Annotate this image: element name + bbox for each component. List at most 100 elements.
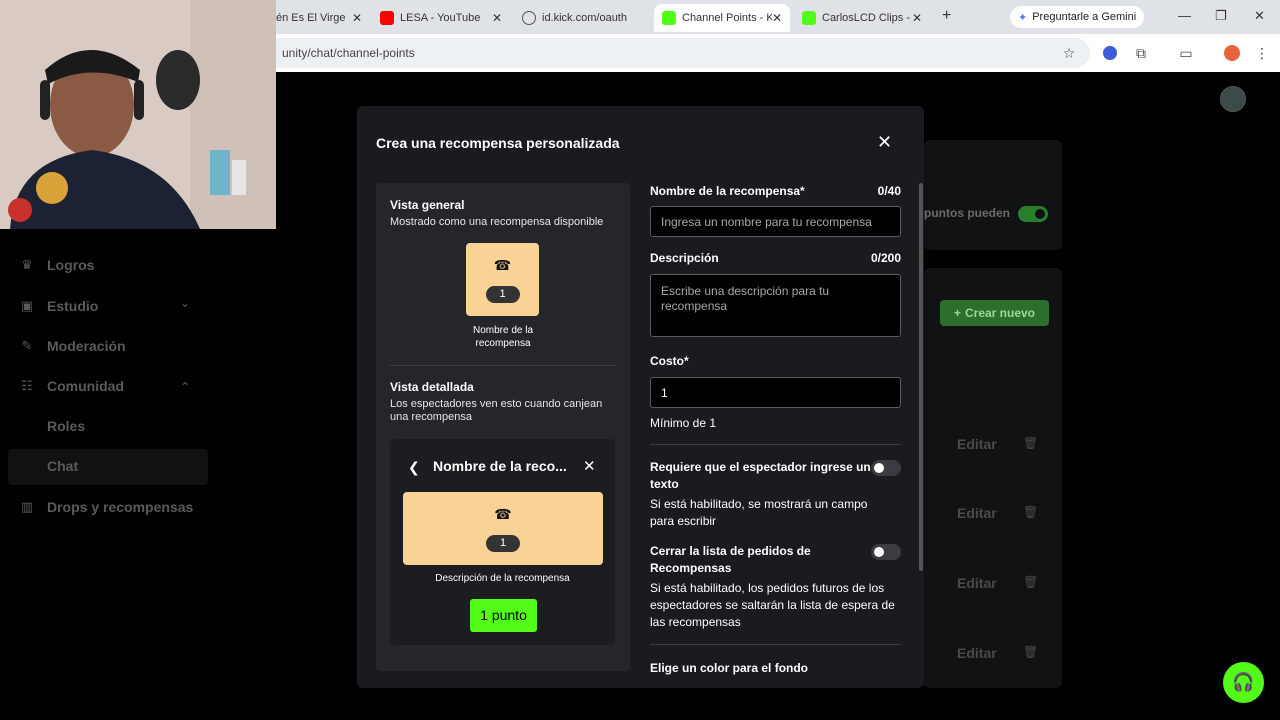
browser-tab-active[interactable]: Channel Points - K ✕ [654,4,790,32]
background-color-label: Elige un color para el fondo [650,661,809,675]
browser-tab[interactable]: CarlosLCD Clips - ✕ [794,4,930,32]
close-queue-toggle[interactable] [871,544,901,560]
menu-icon[interactable]: ⋮ [1253,44,1271,62]
redeem-button: 1 punto [470,599,537,632]
chevron-left-icon: ❮ [408,459,420,475]
modal-title: Crea una recompensa personalizada [376,135,620,151]
close-tab-icon[interactable]: ✕ [352,11,362,25]
overview-heading: Vista general [390,198,465,212]
close-icon: ✕ [583,458,596,475]
modal-scrollbar[interactable] [919,183,923,571]
browser-tab[interactable]: id.kick.com/oauth [514,4,650,32]
globe-icon [522,11,536,25]
new-tab-button[interactable]: + [942,7,951,25]
close-queue-desc: Si está habilitado, los pedidos futuros … [650,581,895,629]
user-avatar[interactable] [1220,86,1246,112]
cost-pill: 1 [485,286,520,303]
kick-icon [802,11,816,25]
require-text-desc: Si está habilitado, se mostrará un campo… [650,497,868,528]
reward-name-input[interactable] [650,206,901,237]
minimize-icon[interactable]: — [1178,8,1191,23]
sidebar-item-drops[interactable]: ▥ Drops y recompensas [20,499,193,515]
extensions-icon[interactable]: ⧉ [1132,44,1150,62]
create-reward-modal: Crea una recompensa personalizada ✕ Vist… [357,106,924,688]
sparkle-icon: ✦ [1018,11,1028,24]
cost-minimum: Mínimo de 1 [650,416,717,430]
browser-tab[interactable]: LESA - YouTube ✕ [372,4,510,32]
divider [650,644,901,645]
sidebar-item-estudio[interactable]: ▣ Estudio [20,298,99,314]
trash-icon[interactable]: 🗑 [1023,436,1038,450]
trash-icon[interactable]: 🗑 [1023,575,1038,589]
close-tab-icon[interactable]: ✕ [492,11,502,25]
extension-icon[interactable] [1103,46,1117,60]
drops-icon: ▥ [20,499,34,514]
support-chat-button[interactable]: 🎧 [1223,662,1264,703]
edit-button[interactable]: Editar [957,575,997,591]
edit-button[interactable]: Editar [957,436,997,452]
edit-button[interactable]: Editar [957,505,997,521]
sidebar-item-chat[interactable]: Chat [47,458,78,474]
studio-icon: ▣ [20,298,34,313]
close-tab-icon[interactable]: ✕ [772,11,782,25]
restore-icon[interactable]: ❐ [1215,8,1227,24]
description-counter: 0/200 [870,251,901,265]
cost-label: Costo* [650,354,689,368]
headset-icon: 🎧 [1232,672,1255,692]
divider [650,444,901,445]
wrench-icon: ✎ [21,338,33,353]
divider [390,365,616,366]
browser-tab[interactable]: én Es El Virge ✕ [268,4,370,32]
phone-icon: ☎ [493,257,512,273]
detail-reward-card: ☎ 1 [403,492,603,565]
trash-icon[interactable]: 🗑 [1023,505,1038,519]
create-new-button[interactable]: + Crear nuevo [940,300,1049,326]
reward-preview: Vista general Mostrado como una recompen… [376,183,630,671]
sidebar-item-moderacion[interactable]: ✎ Moderación [20,338,126,354]
sidebar-item-comunidad[interactable]: ☷ Comunidad [20,378,124,394]
chevron-down-icon[interactable]: ⌄ [180,296,190,310]
detail-subtitle: Los espectadores ven esto cuando canjean… [390,398,603,423]
edit-button[interactable]: Editar [957,645,997,661]
reward-card-name: Nombre de la recompensa [472,325,534,349]
cost-input[interactable] [650,377,901,408]
profile-avatar[interactable] [1224,45,1240,61]
reward-description-input[interactable] [650,274,901,337]
community-icon: ☷ [21,378,33,393]
points-toggle-label: puntos pueden [924,206,1010,220]
detail-preview: ❮ Nombre de la reco... ✕ ☎ 1 Descripción… [390,439,615,645]
sidebar-item-logros[interactable]: ♛ Logros [20,257,94,273]
sidebar-active-bg [8,449,208,485]
settings-panel [924,140,1062,250]
require-text-title: Requiere que el espectador ingrese un te… [650,460,871,491]
close-queue-title: Cerrar la lista de pedidos de Recompensa… [650,544,811,575]
cast-icon[interactable]: ▭ [1177,44,1195,62]
require-text-toggle[interactable] [871,460,901,476]
rewards-panel [924,268,1062,688]
phone-icon: ☎ [494,506,512,522]
kick-icon [662,11,676,25]
reward-card: ☎ 1 [466,243,539,316]
name-counter: 0/40 [877,184,901,198]
cost-pill: 1 [486,535,520,552]
star-icon[interactable]: ☆ [1060,44,1078,62]
sidebar-item-roles[interactable]: Roles [47,418,85,434]
trash-icon[interactable]: 🗑 [1023,645,1038,659]
window-close-icon[interactable]: ✕ [1254,8,1265,24]
webcam-overlay [0,0,276,229]
chevron-up-icon[interactable]: ⌃ [180,380,190,394]
points-toggle[interactable] [1018,206,1048,222]
detail-description: Descripción de la recompensa [435,573,570,584]
detail-heading: Vista detallada [390,380,474,394]
youtube-icon [380,11,394,25]
gemini-button[interactable]: ✦ Preguntarle a Gemini [1010,6,1145,28]
webcam-image [0,0,276,229]
detail-title: Nombre de la reco... [433,458,567,474]
trophy-icon: ♛ [21,257,33,272]
overview-subtitle: Mostrado como una recompensa disponible [390,216,604,228]
name-label: Nombre de la recompensa* [650,184,805,198]
plus-icon: + [953,306,961,320]
close-tab-icon[interactable]: ✕ [912,11,922,25]
close-icon[interactable]: ✕ [877,132,892,153]
description-label: Descripción [650,251,719,265]
